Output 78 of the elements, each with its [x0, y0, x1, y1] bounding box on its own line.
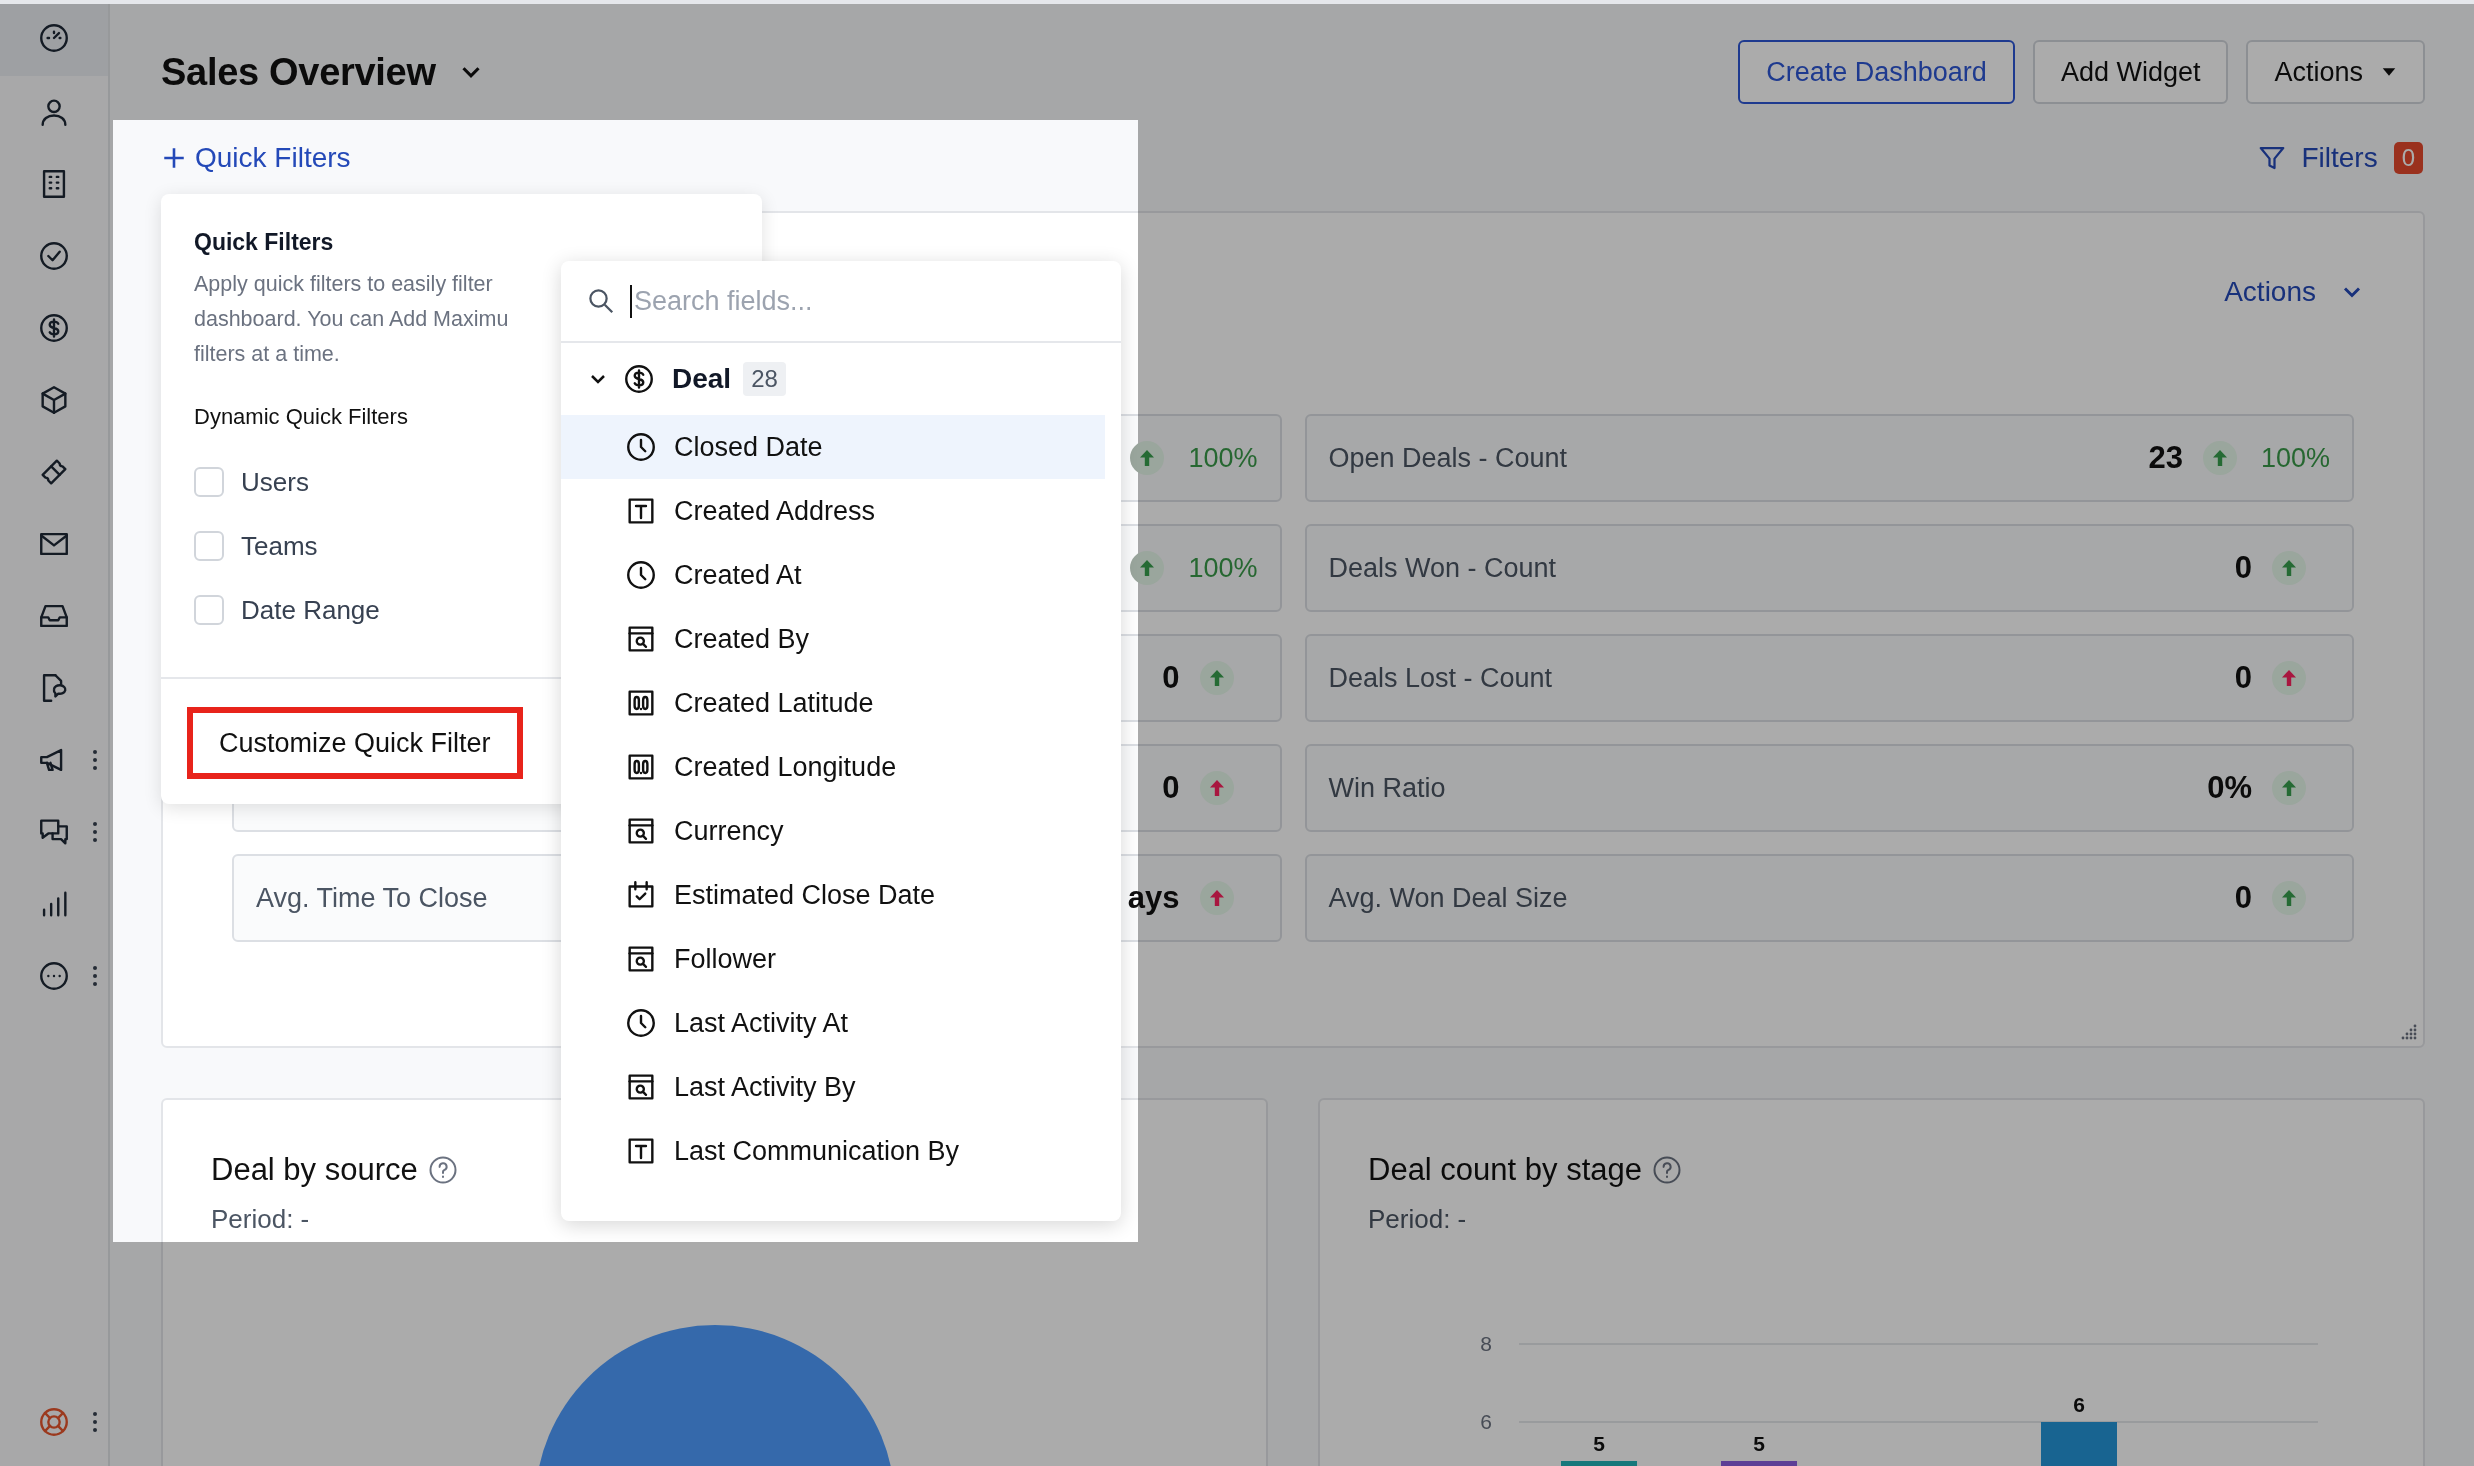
- metric-value: 0: [1162, 660, 1180, 696]
- field-option[interactable]: Created By: [561, 607, 1105, 671]
- chart-title: Deal by source: [211, 1152, 418, 1188]
- kebab-icon[interactable]: [92, 820, 98, 844]
- data-label: 5: [1593, 1432, 1605, 1455]
- check-circle-icon: [37, 239, 71, 273]
- dollar-icon: [37, 311, 71, 345]
- filters-link[interactable]: Filters 0: [2257, 141, 2425, 174]
- change-percent: 100%: [2260, 442, 2330, 474]
- sidebar-item[interactable]: [0, 4, 108, 76]
- field-option[interactable]: Follower: [561, 927, 1105, 991]
- metric-value: 0: [1162, 770, 1180, 806]
- popover-description: Apply quick filters to easily filter dashboard. You can Add Maximu filters at a time.: [194, 271, 509, 368]
- header-button[interactable]: Add Widget: [2032, 40, 2229, 104]
- field-option[interactable]: Created Address: [561, 479, 1105, 543]
- change-percent: 100%: [1188, 442, 1258, 474]
- create-button[interactable]: Create Dashboard: [1738, 40, 2015, 104]
- kebab-icon[interactable]: [92, 748, 98, 772]
- actions-dropdown[interactable]: Actions: [2246, 40, 2425, 104]
- metric-label: Deals Won - Count: [1328, 552, 1557, 584]
- metric-label: Avg. Won Deal Size: [1328, 882, 1568, 914]
- checkbox[interactable]: [194, 531, 224, 561]
- metric-value: 23: [2148, 440, 2183, 476]
- count-badge: 28: [743, 362, 786, 396]
- dollar-icon: [622, 362, 656, 396]
- metric-value: ays: [1127, 880, 1180, 916]
- field-option[interactable]: Created At: [561, 543, 1105, 607]
- field-option[interactable]: Currency: [561, 799, 1105, 863]
- chart-title: Deal count by stage: [1368, 1152, 1642, 1188]
- field-option[interactable]: Created Latitude: [561, 671, 1105, 735]
- field-option[interactable]: Created Longitude: [561, 735, 1105, 799]
- checkbox[interactable]: [194, 595, 224, 625]
- field-option[interactable]: Last Activity At: [561, 991, 1105, 1055]
- metric-label: Open Deals - Count: [1328, 442, 1568, 474]
- group-header[interactable]: Deal 28: [561, 343, 1121, 415]
- checkbox-label: Date Range: [241, 594, 380, 626]
- clock-icon: [624, 558, 658, 592]
- metric-value: 0: [2234, 550, 2252, 586]
- field-option[interactable]: Estimated Close Date: [561, 863, 1105, 927]
- gauge-icon: [37, 21, 71, 55]
- checkbox-label: Teams: [241, 530, 318, 562]
- checkbox-label: Users: [241, 466, 309, 498]
- metric-label: Win Ratio: [1328, 772, 1446, 804]
- metric-value: 0: [2234, 660, 2252, 696]
- lifebuoy-icon[interactable]: [37, 1405, 71, 1439]
- help-icon[interactable]: [427, 1155, 458, 1185]
- kebab-icon[interactable]: [92, 964, 98, 988]
- metric-value: 0: [2234, 880, 2252, 916]
- more-icon: [37, 959, 71, 993]
- axis-tick: 6: [1480, 1410, 1492, 1433]
- group-label: Deal: [672, 363, 732, 395]
- data-label: 5: [1753, 1432, 1765, 1455]
- clock-icon: [624, 1006, 658, 1040]
- clock-icon: [624, 430, 658, 464]
- help-icon[interactable]: [1652, 1155, 1682, 1185]
- axis-tick: 8: [1480, 1332, 1492, 1355]
- quick-filters-link[interactable]: Quick Filters: [161, 141, 351, 174]
- page-title: Sales Overview: [161, 50, 436, 94]
- metric-value: 0%: [2207, 770, 2252, 806]
- field-option[interactable]: Last Activity By: [561, 1055, 1105, 1119]
- count-badge: 0: [2393, 141, 2423, 174]
- resize-handle-icon[interactable]: [2399, 1022, 2419, 1042]
- actions-link[interactable]: Actions: [2224, 267, 2366, 317]
- caret-icon: [2381, 67, 2397, 77]
- data-label: 6: [2073, 1393, 2085, 1416]
- metric-label: Deals Lost - Count: [1328, 662, 1553, 694]
- period-label: Period: -: [1368, 1204, 1467, 1235]
- customize-button[interactable]: Customize Quick Filter: [187, 707, 523, 779]
- metric-label: Avg. Time To Close: [256, 882, 488, 914]
- checkbox[interactable]: [194, 467, 224, 497]
- period-label: Period: -: [211, 1204, 310, 1235]
- popover-title: Quick Filters: [194, 228, 335, 257]
- field-option[interactable]: Closed Date: [561, 415, 1105, 479]
- search-icon: [586, 286, 616, 316]
- kebab-icon[interactable]: [92, 1410, 98, 1434]
- change-percent: 100%: [1188, 552, 1258, 584]
- section-heading: Dynamic Quick Filters: [194, 403, 409, 431]
- field-option[interactable]: Last Communication By: [561, 1119, 1105, 1183]
